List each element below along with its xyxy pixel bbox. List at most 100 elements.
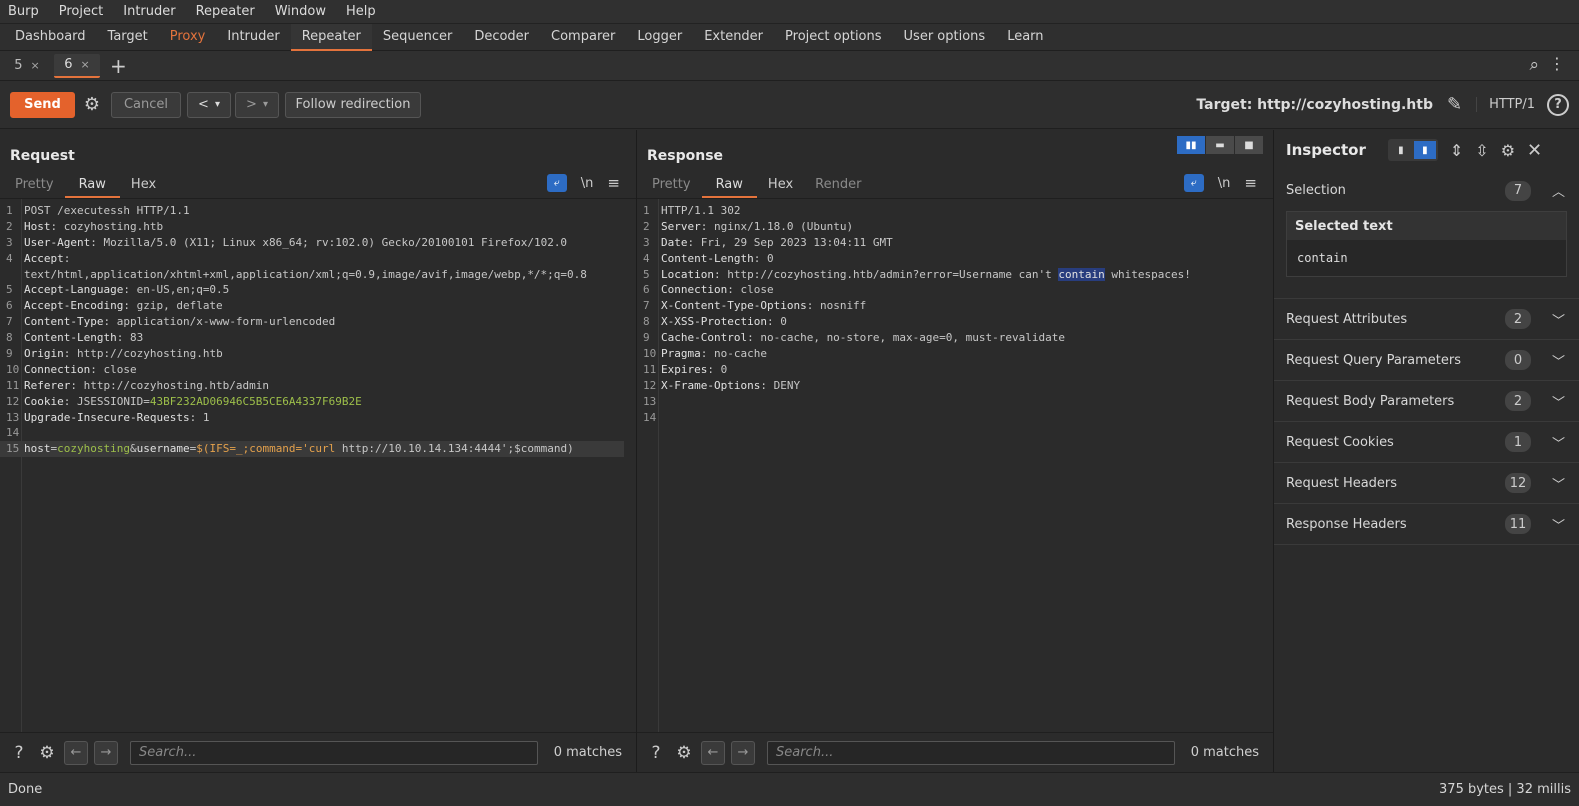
line-text: Origin: http://cozyhosting.htb bbox=[22, 346, 223, 362]
collapse-all-icon[interactable]: ⇳ bbox=[1475, 141, 1488, 160]
repeater-tab-6[interactable]: 6 × bbox=[54, 53, 100, 78]
response-tab-pretty[interactable]: Pretty bbox=[641, 174, 702, 198]
inspector-section-request-headers[interactable]: Request Headers 12 ﹀ bbox=[1274, 463, 1579, 504]
panel-right-icon[interactable]: ▮ bbox=[1413, 141, 1436, 159]
add-tab-button[interactable]: + bbox=[110, 54, 127, 78]
line-number: 3 bbox=[6, 235, 13, 249]
hamburger-menu-icon[interactable]: ≡ bbox=[607, 174, 620, 192]
inspector-section-response-headers[interactable]: Response Headers 11 ﹀ bbox=[1274, 504, 1579, 545]
count-badge: 1 bbox=[1505, 432, 1531, 452]
inspector-section-request-cookies[interactable]: Request Cookies 1 ﹀ bbox=[1274, 422, 1579, 463]
tab-repeater[interactable]: Repeater bbox=[290, 23, 372, 51]
line-text: Accept: bbox=[22, 251, 70, 267]
menu-item-intruder[interactable]: Intruder bbox=[123, 0, 175, 24]
expand-all-icon[interactable]: ⇕ bbox=[1450, 141, 1463, 160]
token: & bbox=[129, 442, 137, 456]
repeater-tab-5[interactable]: 5 × bbox=[4, 54, 50, 78]
section-label: Selection bbox=[1286, 183, 1346, 198]
request-tab-pretty[interactable]: Pretty bbox=[4, 174, 65, 198]
request-tab-hex[interactable]: Hex bbox=[120, 174, 167, 198]
tab-comparer[interactable]: Comparer bbox=[540, 24, 626, 51]
chevron-down-icon[interactable]: ﹀ bbox=[1552, 351, 1565, 370]
tab-extender[interactable]: Extender bbox=[693, 24, 774, 51]
chevron-up-icon[interactable]: ︿ bbox=[1552, 181, 1565, 200]
help-icon[interactable]: ? bbox=[645, 742, 667, 764]
close-icon[interactable]: × bbox=[31, 59, 40, 72]
layout-single-icon[interactable]: ■ bbox=[1235, 136, 1263, 154]
response-editor[interactable]: 1 HTTP/1.1 302 2 Server: nginx/1.18.0 (Ubun… bbox=[637, 198, 1273, 732]
previous-request-button[interactable]: < ▾ bbox=[187, 91, 231, 118]
search-prev-arrow-icon[interactable]: ← bbox=[64, 740, 88, 765]
tab-learn[interactable]: Learn bbox=[996, 24, 1054, 51]
repeater-tabs: 5 × 6 × + ⌕ ⋮ bbox=[0, 51, 1579, 81]
close-icon[interactable]: × bbox=[81, 58, 90, 71]
newline-toggle[interactable]: \n bbox=[1218, 176, 1231, 191]
chevron-down-icon[interactable]: ﹀ bbox=[1552, 433, 1565, 452]
menu-item-repeater[interactable]: Repeater bbox=[196, 0, 255, 24]
selected-text-value[interactable]: contain bbox=[1287, 240, 1566, 276]
tab-project-options[interactable]: Project options bbox=[774, 24, 893, 51]
line-number: 14 bbox=[6, 426, 20, 440]
chevron-down-icon[interactable]: ﹀ bbox=[1552, 310, 1565, 329]
hamburger-menu-icon[interactable]: ≡ bbox=[1244, 174, 1257, 192]
tab-dashboard[interactable]: Dashboard bbox=[4, 24, 97, 51]
tab-sequencer[interactable]: Sequencer bbox=[372, 24, 463, 51]
inspector-section-request-query-parameters[interactable]: Request Query Parameters 0 ﹀ bbox=[1274, 340, 1579, 381]
help-icon[interactable]: ? bbox=[1547, 93, 1569, 116]
count-badge: 0 bbox=[1505, 350, 1531, 370]
menu-item-window[interactable]: Window bbox=[275, 0, 326, 24]
line-text: Date: Fri, 29 Sep 2023 13:04:11 GMT bbox=[659, 235, 893, 251]
layout-side-by-side-icon[interactable]: ▮▮ bbox=[1177, 136, 1205, 154]
token: : 0 bbox=[753, 251, 774, 265]
inspector-section-request-body-parameters[interactable]: Request Body Parameters 2 ﹀ bbox=[1274, 381, 1579, 422]
follow-redirection-button[interactable]: Follow redirection bbox=[285, 91, 421, 118]
editor-line: 6 Accept-Encoding: gzip, deflate bbox=[0, 298, 636, 314]
chevron-down-icon[interactable]: ﹀ bbox=[1552, 474, 1565, 493]
settings-gear-icon[interactable]: ⚙ bbox=[673, 742, 695, 764]
edit-pencil-icon[interactable]: ✎ bbox=[1447, 94, 1462, 115]
settings-gear-icon[interactable]: ⚙ bbox=[1501, 141, 1515, 160]
tab-proxy[interactable]: Proxy bbox=[159, 24, 217, 51]
http-version-toggle[interactable]: HTTP/1 bbox=[1476, 97, 1535, 112]
inspector-section-request-attributes[interactable]: Request Attributes 2 ﹀ bbox=[1274, 299, 1579, 340]
layout-stacked-icon[interactable]: ▬ bbox=[1206, 136, 1234, 154]
word-wrap-icon[interactable]: ⤶ bbox=[1183, 174, 1204, 192]
inspector-section-selection[interactable]: Selection 7 ︿ bbox=[1274, 170, 1579, 211]
menu-item-project[interactable]: Project bbox=[59, 0, 103, 24]
close-icon[interactable]: ✕ bbox=[1527, 140, 1542, 161]
request-search-input[interactable]: Search... bbox=[130, 740, 538, 765]
request-editor[interactable]: 1 POST /executessh HTTP/1.1 2 Host: cozyhos… bbox=[0, 198, 636, 732]
tab-decoder[interactable]: Decoder bbox=[463, 24, 540, 51]
word-wrap-icon[interactable]: ⤶ bbox=[546, 174, 567, 192]
section-label: Request Query Parameters bbox=[1286, 352, 1461, 368]
more-vertical-icon[interactable]: ⋮ bbox=[1549, 54, 1565, 73]
search-next-arrow-icon[interactable]: → bbox=[731, 740, 755, 765]
panel-left-icon[interactable]: ▮ bbox=[1389, 141, 1412, 159]
chevron-down-icon[interactable]: ﹀ bbox=[1552, 515, 1565, 534]
settings-gear-icon[interactable]: ⚙ bbox=[36, 742, 58, 764]
cancel-button[interactable]: Cancel bbox=[111, 91, 181, 118]
newline-toggle[interactable]: \n bbox=[581, 176, 594, 191]
settings-gear-icon[interactable]: ⚙ bbox=[81, 94, 103, 116]
response-search-input[interactable]: Search... bbox=[767, 740, 1175, 765]
tab-target[interactable]: Target bbox=[97, 24, 159, 51]
line-number: 14 bbox=[643, 410, 657, 424]
tab-logger[interactable]: Logger bbox=[626, 24, 693, 51]
help-icon[interactable]: ? bbox=[8, 742, 30, 764]
menu-item-help[interactable]: Help bbox=[346, 0, 376, 24]
send-button[interactable]: Send bbox=[10, 91, 75, 118]
search-icon[interactable]: ⌕ bbox=[1529, 55, 1539, 75]
request-tab-raw[interactable]: Raw bbox=[64, 174, 120, 198]
menu-item-burp[interactable]: Burp bbox=[8, 0, 39, 24]
chevron-down-icon[interactable]: ﹀ bbox=[1552, 392, 1565, 411]
tab-intruder[interactable]: Intruder bbox=[216, 24, 290, 51]
response-tab-raw[interactable]: Raw bbox=[701, 174, 757, 198]
next-request-button[interactable]: > ▾ bbox=[235, 91, 279, 118]
search-prev-arrow-icon[interactable]: ← bbox=[701, 740, 725, 765]
line-text: X-Frame-Options: DENY bbox=[659, 378, 800, 394]
response-tab-render[interactable]: Render bbox=[804, 174, 872, 198]
token: 43BF232AD06946C5B5CE6A4337F69B2E bbox=[149, 394, 362, 408]
response-tab-hex[interactable]: Hex bbox=[757, 174, 804, 198]
search-next-arrow-icon[interactable]: → bbox=[94, 740, 118, 765]
tab-user-options[interactable]: User options bbox=[893, 24, 997, 51]
